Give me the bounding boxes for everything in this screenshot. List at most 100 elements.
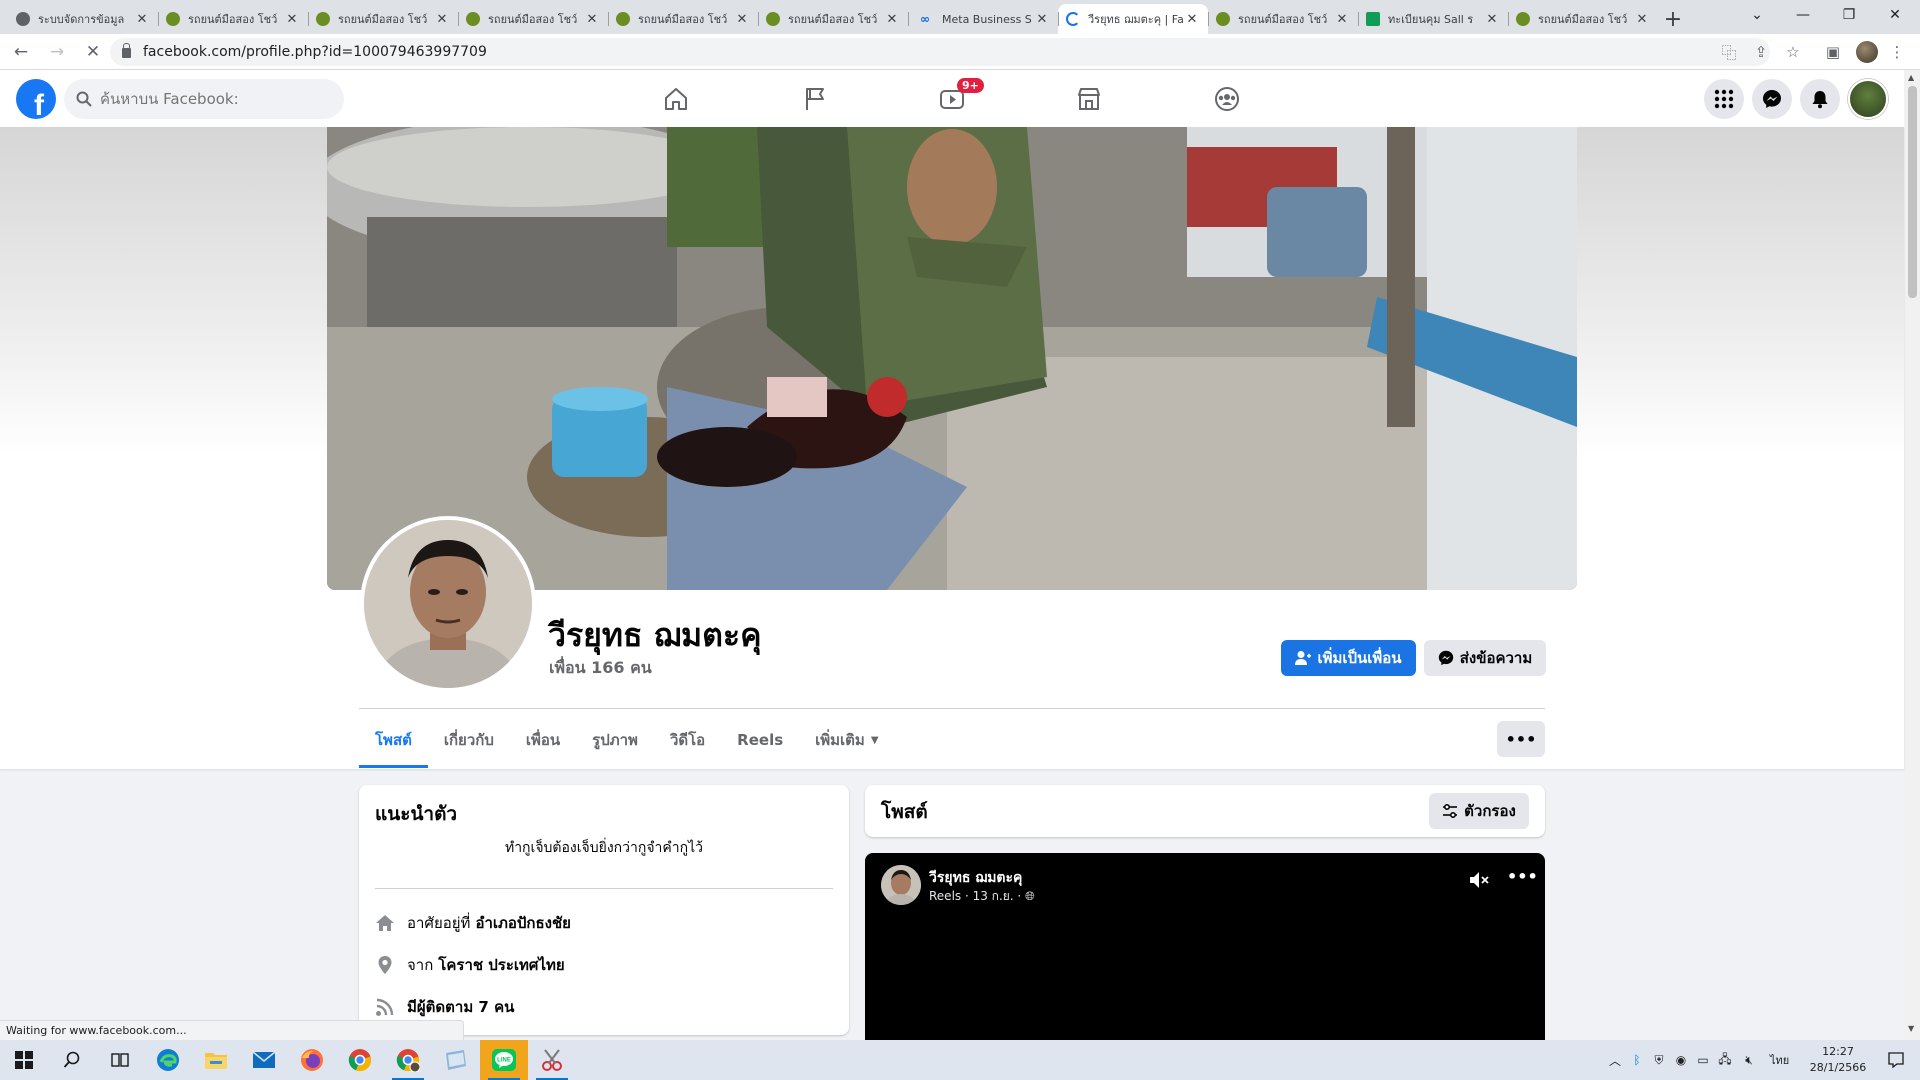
nav-watch[interactable]: 9+ [897, 70, 1007, 127]
display-icon[interactable]: ▭ [1692, 1053, 1714, 1067]
search-input[interactable] [100, 90, 320, 108]
profile-avatar[interactable] [360, 516, 536, 692]
close-tab-icon[interactable]: ✕ [134, 12, 150, 27]
taskbar-firefox[interactable] [288, 1040, 336, 1080]
nav-home[interactable] [621, 70, 731, 127]
close-window-button[interactable]: ✕ [1872, 0, 1918, 30]
taskbar-chrome-profile[interactable] [384, 1040, 432, 1080]
browser-tab[interactable]: ∞ Meta Business S ✕ [908, 4, 1058, 34]
network-icon[interactable]: 🖧︎ [1714, 1050, 1736, 1071]
start-button[interactable] [0, 1040, 48, 1080]
reel-post[interactable]: วีรยุทธ ฌมตะคุ Reels · 13 ก.ย. · 🌐︎ ••• [865, 853, 1545, 1040]
tab-videos[interactable]: วิดีโอ [654, 712, 721, 768]
address-bar[interactable]: facebook.com/profile.php?id=100079463997… [110, 38, 1770, 66]
taskbar-edge[interactable] [144, 1040, 192, 1080]
close-tab-icon[interactable]: ✕ [284, 12, 300, 27]
close-tab-icon[interactable]: ✕ [434, 12, 450, 27]
page-scrollbar[interactable]: ▲ ▼ [1904, 70, 1920, 1040]
close-tab-icon[interactable]: ✕ [1034, 12, 1050, 27]
close-tab-icon[interactable]: ✕ [1334, 12, 1350, 27]
volume-muted-icon[interactable]: 🔇︎ [1736, 1053, 1762, 1068]
browser-tab[interactable]: รถยนต์มือสอง โชว์ ✕ [458, 4, 608, 34]
close-tab-icon[interactable]: ✕ [734, 12, 750, 27]
bookmark-star-icon[interactable]: ☆ [1782, 41, 1804, 63]
browser-tab[interactable]: รถยนต์มือสอง โชว์ ✕ [308, 4, 458, 34]
tab-reels[interactable]: Reels [721, 712, 799, 768]
browser-tab[interactable]: ระบบจัดการข้อมูล ✕ [8, 4, 158, 34]
filter-button[interactable]: ตัวกรอง [1429, 793, 1529, 829]
tab-about[interactable]: เกี่ยวกับ [428, 712, 510, 768]
close-tab-icon[interactable]: ✕ [584, 12, 600, 27]
scroll-down-arrow-icon[interactable]: ▼ [1908, 1024, 1914, 1033]
notifications-button[interactable] [1800, 79, 1840, 119]
nav-pages[interactable] [760, 70, 870, 127]
friends-count-link[interactable]: เพื่อน 166 คน [549, 656, 652, 681]
back-button[interactable]: ← [6, 37, 36, 67]
tab-search-icon[interactable]: ⌄ [1734, 0, 1780, 30]
tab-photos[interactable]: รูปภาพ [576, 712, 654, 768]
browser-tab-active[interactable]: วีรยุทธ ฌมตะคุ | Fa ✕ [1058, 4, 1208, 34]
taskbar-mail[interactable] [240, 1040, 288, 1080]
input-language[interactable]: ไทย [1770, 1051, 1789, 1069]
minimize-button[interactable]: — [1780, 0, 1826, 30]
side-panel-icon[interactable]: ▣ [1822, 41, 1844, 63]
taskbar-search[interactable] [48, 1040, 96, 1080]
from-value-link[interactable]: โคราช ประเทศไทย [438, 953, 564, 977]
lock-icon[interactable] [122, 43, 131, 58]
task-view-button[interactable] [96, 1040, 144, 1080]
menu-button[interactable] [1704, 79, 1744, 119]
messenger-button[interactable] [1752, 79, 1792, 119]
stop-loading-button[interactable]: ✕ [78, 37, 108, 67]
defender-shield-icon[interactable]: ⛨ [1648, 1053, 1670, 1068]
notification-center-button[interactable] [1878, 1040, 1914, 1080]
scroll-up-arrow-icon[interactable]: ▲ [1908, 73, 1914, 82]
scrollbar-thumb[interactable] [1908, 86, 1917, 298]
facebook-logo-icon[interactable]: f [16, 79, 56, 119]
lives-value-link[interactable]: อำเภอปักธงชัย [475, 911, 571, 935]
browser-tab[interactable]: ทะเบียนคุม Sall ร ✕ [1358, 4, 1508, 34]
tab-more[interactable]: เพิ่มเติม ▼ [799, 712, 894, 768]
post-author-avatar[interactable] [881, 865, 921, 905]
browser-tab[interactable]: รถยนต์มือสอง โชว์ ✕ [758, 4, 908, 34]
facebook-search[interactable] [64, 79, 344, 119]
taskbar-file-explorer[interactable] [192, 1040, 240, 1080]
translate-icon[interactable]: ⿻ [1718, 41, 1740, 63]
post-author-name[interactable]: วีรยุทธ ฌมตะคุ [929, 867, 1022, 889]
profile-divider [359, 708, 1545, 709]
bluetooth-icon[interactable]: ᛒ [1626, 1053, 1648, 1067]
add-friend-button[interactable]: เพิ่มเป็นเพื่อน [1281, 640, 1416, 676]
close-tab-icon[interactable]: ✕ [884, 12, 900, 27]
tab-posts[interactable]: โพสต์ [359, 712, 428, 768]
forward-button[interactable]: → [42, 37, 72, 67]
send-message-button[interactable]: ส่งข้อความ [1424, 640, 1546, 676]
tab-title: Meta Business S [942, 12, 1032, 26]
mute-icon[interactable] [1469, 871, 1489, 893]
nav-marketplace[interactable] [1034, 70, 1144, 127]
nav-groups[interactable] [1172, 70, 1282, 127]
taskbar-notes-app[interactable] [432, 1040, 480, 1080]
system-clock[interactable]: 12:27 28/1/2566 [1800, 1044, 1876, 1076]
browser-tab[interactable]: รถยนต์มือสอง โชว์ ✕ [608, 4, 758, 34]
close-tab-icon[interactable]: ✕ [1634, 12, 1650, 27]
new-tab-button[interactable]: + [1658, 4, 1688, 34]
tray-overflow-chevron-icon[interactable]: ︿ [1604, 1052, 1626, 1069]
close-tab-icon[interactable]: ✕ [1184, 12, 1200, 27]
browser-tab[interactable]: รถยนต์มือสอง โชว์ ✕ [1208, 4, 1358, 34]
taskbar-line[interactable]: LINE [480, 1040, 528, 1080]
tab-friends[interactable]: เพื่อน [510, 712, 576, 768]
post-options-icon[interactable]: ••• [1507, 867, 1538, 886]
browser-tab[interactable]: รถยนต์มือสอง โชว์ ✕ [1508, 4, 1658, 34]
share-icon[interactable]: ⇪ [1750, 41, 1772, 63]
restore-button[interactable]: ❐ [1826, 0, 1872, 30]
followers-link[interactable]: มีผู้ติดตาม 7 คน [407, 995, 514, 1019]
cover-photo[interactable] [327, 127, 1577, 590]
account-avatar[interactable] [1848, 79, 1888, 119]
chrome-profile-avatar[interactable] [1856, 41, 1878, 63]
webcam-icon[interactable]: ◉ [1670, 1053, 1692, 1067]
taskbar-snipping-tool[interactable] [528, 1040, 576, 1080]
more-options-button[interactable]: ••• [1497, 721, 1545, 757]
chrome-menu-icon[interactable]: ⋮ [1886, 41, 1908, 63]
close-tab-icon[interactable]: ✕ [1484, 12, 1500, 27]
browser-tab[interactable]: รถยนต์มือสอง โชว์ ✕ [158, 4, 308, 34]
taskbar-chrome[interactable] [336, 1040, 384, 1080]
